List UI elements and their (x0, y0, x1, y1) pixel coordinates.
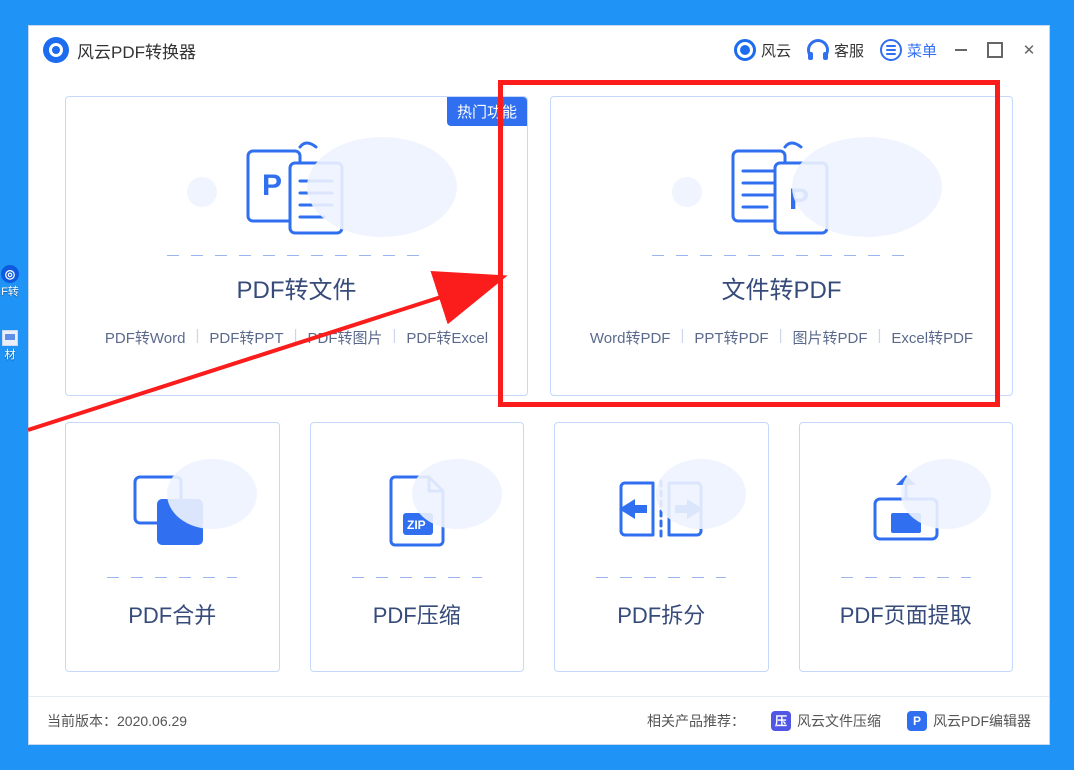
footer: 当前版本： 2020.06.29 相关产品推荐： 压 风云文件压缩 P 风云PD… (29, 696, 1049, 744)
svg-text:ZIP: ZIP (407, 518, 426, 532)
version-value: 2020.06.29 (117, 713, 187, 729)
extract-icon (841, 459, 971, 559)
content-area: 热门功能 P PDF转文件 (29, 74, 1049, 696)
card-title: 文件转PDF (722, 270, 842, 305)
card-title: PDF压缩 (373, 598, 461, 630)
app-title: 风云PDF转换器 (77, 38, 196, 63)
card-subs: PDF转Word| PDF转PPT| PDF转图片| PDF转Excel (105, 327, 488, 348)
desktop-shortcut-1[interactable]: ◎ F转 (0, 265, 20, 298)
related-label: 相关产品推荐： (647, 711, 745, 731)
card-title: PDF页面提取 (840, 598, 972, 630)
window-minimize-button[interactable] (951, 40, 971, 60)
headset-icon (807, 39, 829, 61)
card-pdf-merge[interactable]: PDF合并 (65, 422, 280, 672)
titlebar: 风云PDF转换器 风云 客服 菜单 (29, 26, 1049, 74)
app-logo-icon (43, 37, 69, 63)
file-to-pdf-icon: P (652, 127, 912, 247)
card-pdf-split[interactable]: PDF拆分 (554, 422, 769, 672)
card-title: PDF转文件 (237, 270, 357, 305)
card-pdf-extract[interactable]: PDF页面提取 (799, 422, 1014, 672)
compress-product-icon: 压 (771, 711, 791, 731)
menu-icon (880, 39, 902, 61)
merge-icon (107, 459, 237, 559)
card-subs: Word转PDF| PPT转PDF| 图片转PDF| Excel转PDF (590, 327, 973, 348)
customer-service-button[interactable]: 客服 (807, 39, 864, 61)
hot-badge: 热门功能 (447, 97, 527, 126)
card-pdf-to-file[interactable]: 热门功能 P PDF转文件 (65, 96, 528, 396)
fengyun-button[interactable]: 风云 (734, 39, 791, 61)
desktop-shortcut-2[interactable]: 材 (0, 330, 20, 361)
card-title: PDF拆分 (617, 598, 705, 630)
app-window: 风云PDF转换器 风云 客服 菜单 热门功能 (28, 25, 1050, 745)
window-close-button[interactable] (1019, 40, 1039, 60)
window-maximize-button[interactable] (985, 40, 1005, 60)
card-title: PDF合并 (128, 598, 216, 630)
fengyun-icon (734, 39, 756, 61)
card-pdf-compress[interactable]: ZIP PDF压缩 (310, 422, 525, 672)
split-icon (596, 459, 726, 559)
card-file-to-pdf[interactable]: P 文件转PDF Word转PDF| PPT转PDF| 图片转PDF| Exce… (550, 96, 1013, 396)
editor-product-icon: P (907, 711, 927, 731)
svg-text:P: P (262, 169, 282, 202)
compress-icon: ZIP (352, 459, 482, 559)
version-label: 当前版本： (47, 711, 117, 731)
footer-product-compress[interactable]: 压 风云文件压缩 (771, 711, 881, 731)
menu-button[interactable]: 菜单 (880, 39, 937, 61)
footer-product-editor[interactable]: P 风云PDF编辑器 (907, 711, 1031, 731)
desktop-shortcuts: ◎ F转 材 (0, 265, 20, 393)
pdf-to-file-icon: P (167, 127, 427, 247)
